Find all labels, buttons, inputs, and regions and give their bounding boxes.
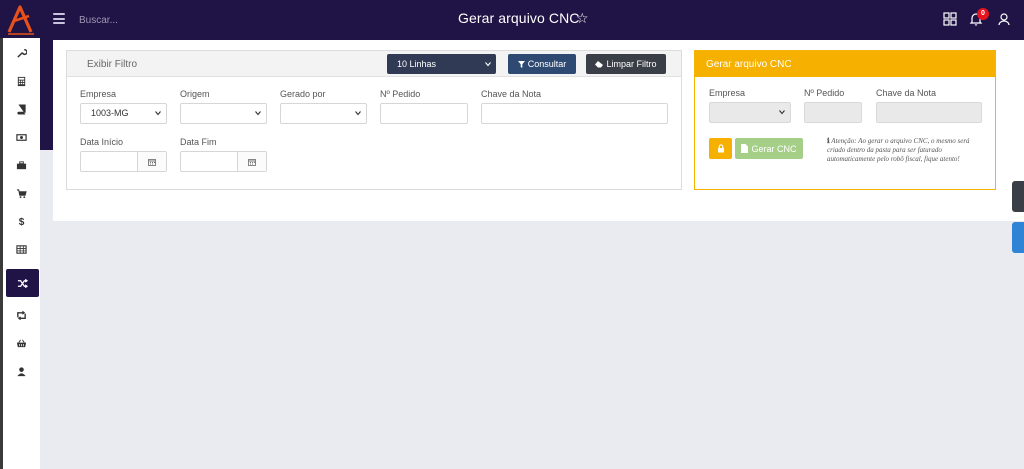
sidebar-item-retweet[interactable] [5,302,38,328]
eraser-icon [595,60,604,67]
data-fim-label: Data Fim [180,137,217,147]
attention-note-text: Atenção: Ao gerar o arquivo CNC, o mesmo… [827,137,970,163]
gerar-cnc-title: Gerar arquivo CNC [706,59,792,70]
cnc-chave-input[interactable] [876,102,982,123]
gerar-cnc-button[interactable]: Gerar CNC [735,138,803,159]
file-icon [741,144,749,153]
pedido-label: Nº Pedido [380,89,421,99]
pedido-input[interactable] [380,103,468,124]
cnc-empresa-label: Empresa [709,88,746,98]
user-icon [17,366,26,376]
chave-nota-input[interactable] [481,103,668,124]
sidebar-item-table[interactable] [5,236,38,262]
filter-card: Exibir Filtro 10 Linhas Consultar Limpar… [66,50,682,190]
data-fim-field[interactable] [180,151,267,172]
chevron-down-icon [779,110,785,115]
sidebar-item-calculator[interactable] [5,68,38,94]
lock-icon [717,144,724,153]
lines-per-page-select[interactable]: 10 Linhas [387,54,496,74]
sidebar-item-cart[interactable] [5,180,38,206]
filter-icon [517,60,525,68]
attention-note: ℹ Atenção: Ao gerar o arquivo CNC, o mes… [827,137,982,164]
sidebar-item-tools[interactable] [5,40,38,66]
data-inicio-calendar-button[interactable] [137,152,166,171]
chevron-down-icon [355,111,361,116]
dollar-icon: $ [19,217,25,227]
gerar-cnc-label: Gerar CNC [751,143,797,154]
origem-select[interactable] [180,103,267,124]
briefcase-icon [16,160,27,169]
sidebar-item-shuffle[interactable] [6,269,39,297]
basket-icon [16,339,27,347]
lines-per-page-value: 10 Linhas [397,59,437,69]
sidebar-item-book[interactable] [5,96,38,122]
cnc-pedido-input[interactable] [804,102,862,123]
retweet-icon [17,310,26,320]
empresa-value: 1003-MG [91,108,129,118]
cnc-empresa-select[interactable] [709,102,791,123]
empresa-label: Empresa [80,89,117,99]
cart-icon [16,188,27,198]
origem-label: Origem [180,89,210,99]
search-input[interactable] [79,13,279,27]
svg-text:$: $ [19,217,25,227]
consultar-button[interactable]: Consultar [508,54,576,74]
page-title: Gerar arquivo CNC [458,10,580,26]
data-fim-calendar-button[interactable] [237,152,266,171]
filter-title[interactable]: Exibir Filtro [87,59,137,70]
calculator-icon [17,76,26,86]
user-icon[interactable] [997,12,1011,26]
chevron-down-icon [255,111,261,116]
calendar-icon [248,158,256,166]
gerado-por-select[interactable] [280,103,367,124]
chave-nota-label: Chave da Nota [481,89,542,99]
limpar-label: Limpar Filtro [606,59,657,69]
sidebar-item-briefcase[interactable] [5,152,38,178]
star-icon[interactable]: ☆ [576,9,589,27]
shuffle-icon [17,278,28,288]
book-icon [17,103,26,115]
sidebar-item-money[interactable] [5,124,38,150]
lock-button[interactable] [709,138,732,159]
filter-header[interactable]: Exibir Filtro 10 Linhas Consultar Limpar… [67,51,681,77]
consultar-label: Consultar [527,59,567,69]
sidebar-item-basket[interactable] [5,330,38,356]
limpar-filtro-button[interactable]: Limpar Filtro [586,54,666,74]
top-bar: Gerar arquivo CNC ☆ 0 [0,0,1024,38]
sidebar: $ [0,38,40,469]
sidebar-item-user[interactable] [5,358,38,384]
right-panel-toggle[interactable] [1012,181,1024,212]
calendar-icon [148,158,156,166]
chevron-down-icon [485,62,491,67]
table-icon [16,244,27,254]
empresa-select[interactable]: 1003-MG [80,103,167,124]
cnc-pedido-label: Nº Pedido [804,88,845,98]
money-icon [16,133,27,141]
app-logo[interactable] [5,4,37,35]
chevron-down-icon [155,111,161,116]
sidebar-item-dollar[interactable]: $ [5,208,38,234]
right-help-tab[interactable] [1012,222,1024,253]
gerar-cnc-card: Gerar arquivo CNC Empresa Nº Pedido Chav… [694,50,996,190]
gerar-cnc-header: Gerar arquivo CNC [695,51,995,77]
menu-icon[interactable] [53,13,65,24]
info-icon: ℹ [827,137,830,145]
grid-icon[interactable] [943,12,957,26]
data-inicio-label: Data Início [80,137,124,147]
notification-badge: 0 [977,8,989,20]
cnc-chave-label: Chave da Nota [876,88,937,98]
gerado-por-label: Gerado por [280,89,326,99]
wrench-icon [17,48,27,58]
data-inicio-field[interactable] [80,151,167,172]
